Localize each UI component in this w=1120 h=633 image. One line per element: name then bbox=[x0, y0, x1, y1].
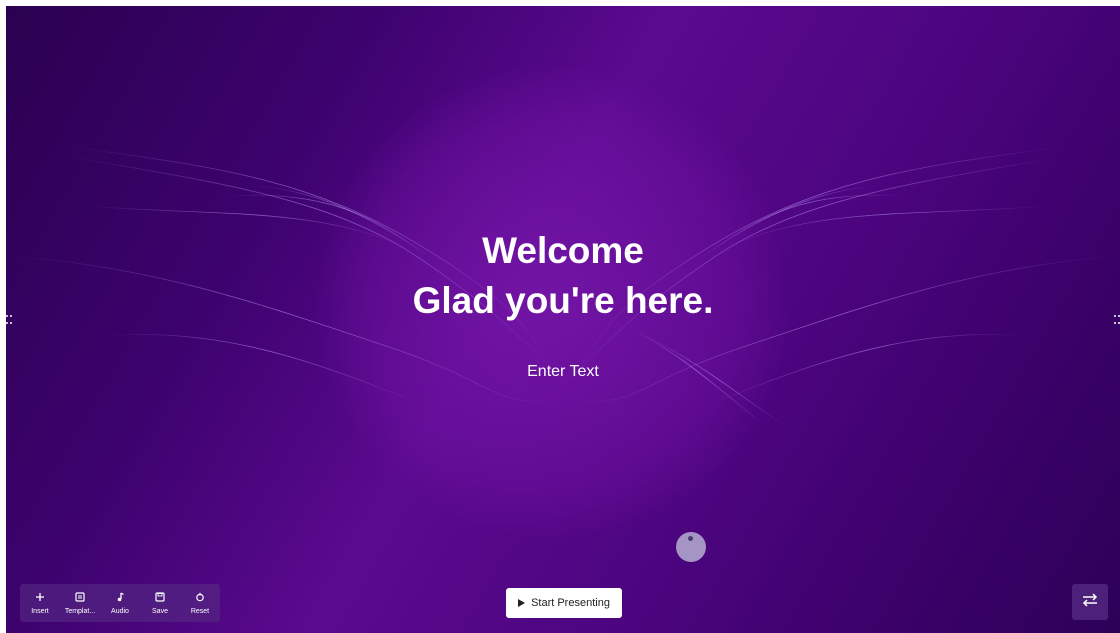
start-presenting-label: Start Presenting bbox=[531, 597, 610, 609]
bottom-toolbar: Insert Templat... Audio Save Reset bbox=[20, 584, 220, 622]
audio-label: Audio bbox=[111, 607, 129, 615]
music-note-icon bbox=[115, 590, 125, 604]
template-icon bbox=[75, 590, 85, 604]
floating-orb[interactable] bbox=[676, 532, 706, 562]
slide-subtitle[interactable]: Enter Text bbox=[6, 362, 1120, 382]
templates-label: Templat... bbox=[64, 607, 96, 615]
slide-title-line2[interactable]: Glad you're here. bbox=[6, 275, 1120, 327]
right-resize-handle[interactable] bbox=[1114, 315, 1120, 327]
slide-title-line1[interactable]: Welcome bbox=[6, 225, 1120, 277]
save-label: Save bbox=[152, 607, 168, 615]
reset-button[interactable]: Reset bbox=[182, 590, 218, 617]
switch-button[interactable] bbox=[1072, 584, 1108, 620]
swap-arrows-icon bbox=[1081, 592, 1099, 612]
reset-label: Reset bbox=[190, 607, 210, 615]
start-presenting-button[interactable]: Start Presenting bbox=[506, 588, 622, 618]
reset-icon bbox=[195, 590, 205, 604]
plus-icon bbox=[35, 590, 45, 604]
insert-button[interactable]: Insert bbox=[22, 590, 58, 617]
insert-label: Insert bbox=[31, 607, 49, 615]
play-icon bbox=[518, 599, 526, 607]
slide-canvas: Welcome Glad you're here. Enter Text Ins… bbox=[6, 6, 1120, 633]
save-icon bbox=[155, 590, 165, 604]
save-button[interactable]: Save bbox=[142, 590, 178, 617]
left-resize-handle[interactable] bbox=[6, 315, 12, 327]
templates-button[interactable]: Templat... bbox=[62, 590, 98, 617]
audio-button[interactable]: Audio bbox=[102, 590, 138, 617]
orb-dot bbox=[688, 536, 693, 541]
